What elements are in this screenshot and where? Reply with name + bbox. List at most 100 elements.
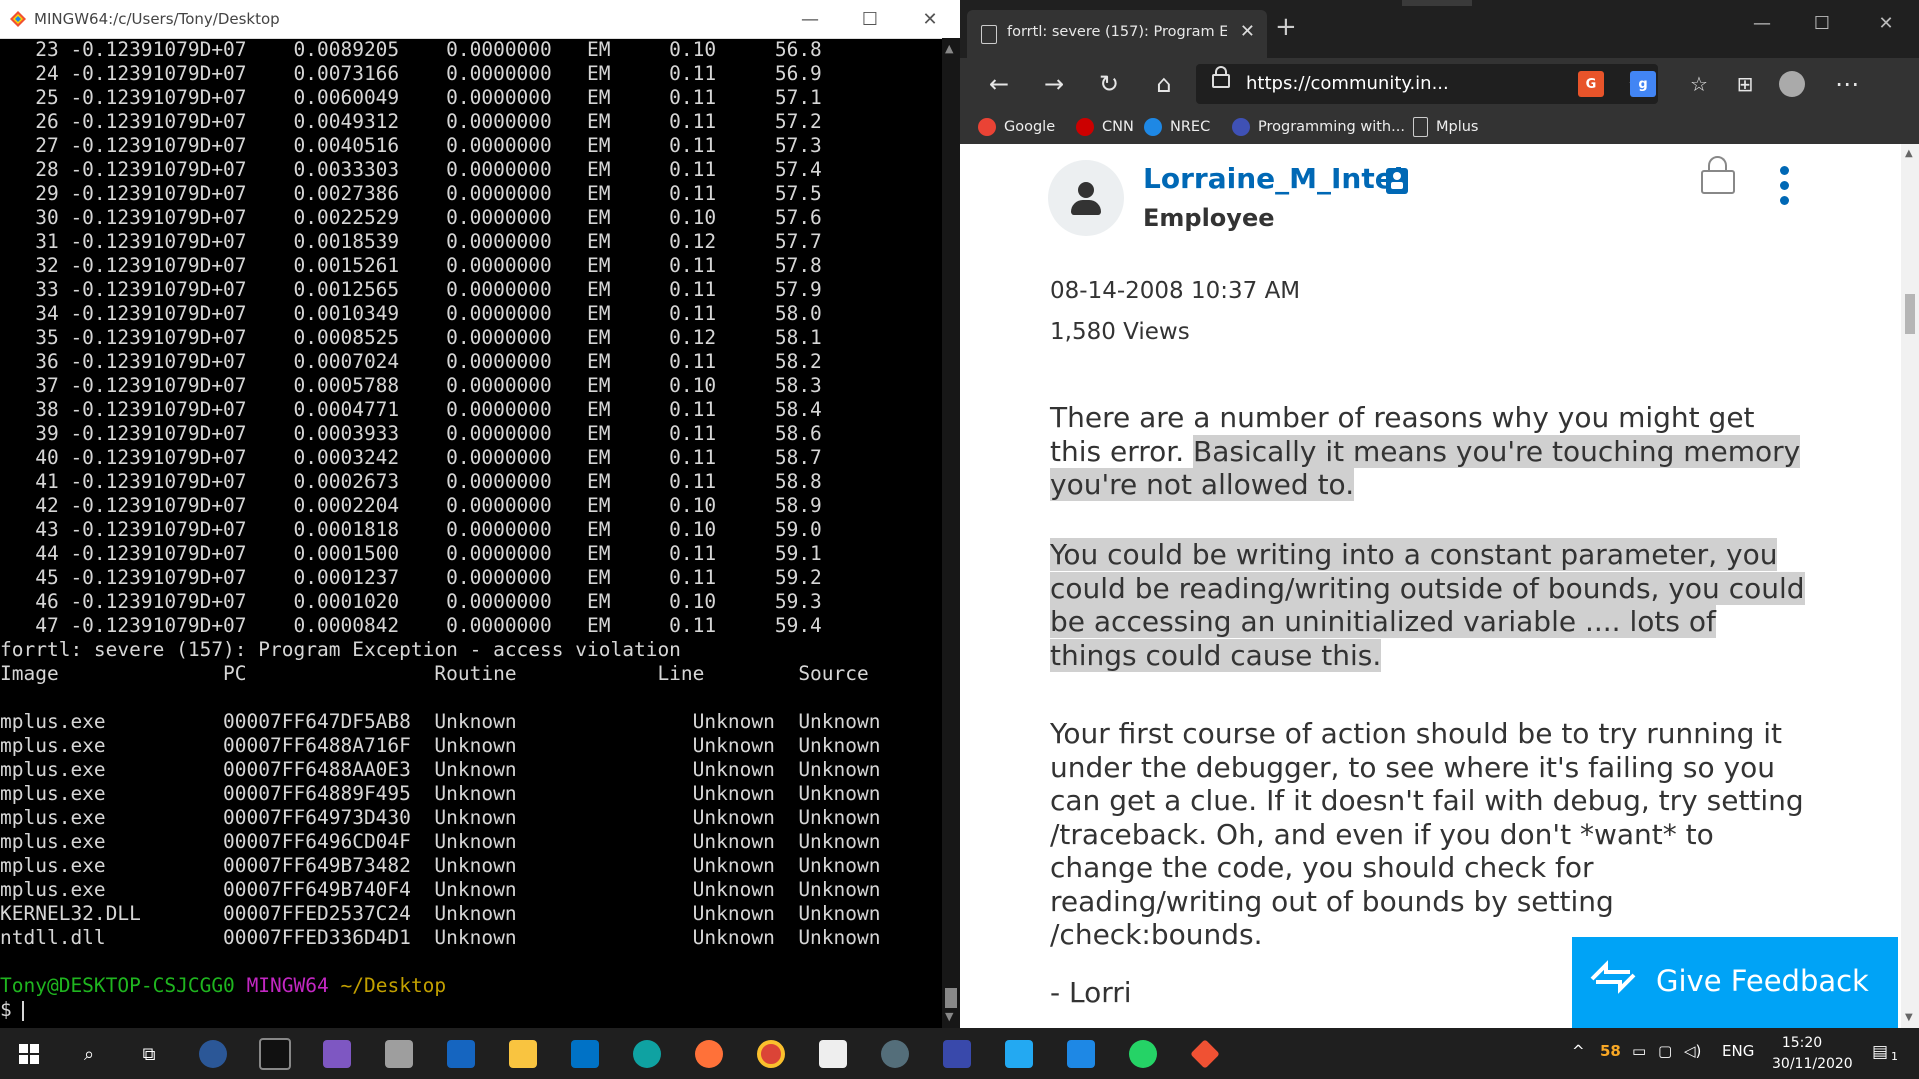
clock-time: 15:20 <box>1781 1035 1823 1051</box>
favorite-label: Mplus <box>1436 119 1479 135</box>
scroll-up-icon[interactable]: ▲ <box>945 42 953 55</box>
maximize-button[interactable]: ☐ <box>1792 8 1852 38</box>
scroll-down-icon[interactable]: ▼ <box>1905 1012 1913 1023</box>
battery-icon[interactable]: ▭ <box>1632 1042 1646 1060</box>
close-button[interactable]: ✕ <box>1856 8 1916 38</box>
mplus-icon[interactable] <box>940 1037 974 1071</box>
search-icon[interactable]: ⌕ <box>72 1037 106 1071</box>
tab-active[interactable]: forrtl: severe (157): Program Exce ✕ <box>967 10 1267 58</box>
new-tab-button[interactable]: + <box>1275 12 1297 42</box>
favorites-icon[interactable]: ☆ <box>1682 68 1716 100</box>
tab-close-icon[interactable]: ✕ <box>1240 21 1255 42</box>
translate-extension-icon[interactable]: G <box>1578 71 1604 97</box>
terminal-line: 38 -0.12391079D+07 0.0004771 0.0000000 E… <box>0 398 822 421</box>
edge-icon[interactable] <box>630 1037 664 1071</box>
page-icon <box>981 25 997 44</box>
notification-icon[interactable]: ▤ <box>1872 1042 1888 1062</box>
file-explorer-icon[interactable] <box>506 1037 540 1071</box>
favorite-mplus[interactable]: Mplus <box>1413 116 1479 138</box>
avatar[interactable] <box>1048 160 1124 236</box>
terminal-line: mplus.exe 00007FF64889F495 Unknown Unkno… <box>0 782 881 805</box>
employee-badge-icon <box>1386 168 1408 194</box>
terminal-line: mplus.exe 00007FF6488A716F Unknown Unkno… <box>0 734 881 757</box>
favorite-nrec[interactable]: NREC <box>1144 116 1210 138</box>
post-menu-icon[interactable] <box>1780 166 1790 211</box>
chevron-up-icon[interactable]: ^ <box>1572 1042 1585 1060</box>
favorite-label: Programming with... <box>1258 119 1405 135</box>
terminal-titlebar[interactable]: MINGW64:/c/Users/Tony/Desktop — ☐ ✕ <box>0 0 960 39</box>
back-icon[interactable]: ← <box>982 68 1016 100</box>
home-icon[interactable]: ⌂ <box>1147 68 1181 100</box>
tab-title: forrtl: severe (157): Program Exce <box>1007 24 1227 40</box>
tab-bar[interactable]: forrtl: severe (157): Program Exce ✕ + —… <box>960 0 1919 58</box>
url-text[interactable]: https://community.in... <box>1246 73 1449 94</box>
windows-start-icon[interactable] <box>12 1037 46 1071</box>
terminal-line: 45 -0.12391079D+07 0.0001237 0.0000000 E… <box>0 566 822 589</box>
terminal-icon[interactable] <box>258 1037 292 1071</box>
terminal-line: ntdll.dll 00007FFED336D4D1 Unknown Unkno… <box>0 926 881 949</box>
app-icon[interactable] <box>320 1037 354 1071</box>
app-icon[interactable] <box>816 1037 850 1071</box>
terminal-scrollbar[interactable]: ▲ ▼ <box>942 38 960 1028</box>
app-icon[interactable] <box>196 1037 230 1071</box>
download-icon[interactable] <box>1064 1037 1098 1071</box>
nrec-icon <box>1144 118 1162 136</box>
git-icon[interactable] <box>1188 1037 1222 1071</box>
terminal-window[interactable]: MINGW64:/c/Users/Tony/Desktop — ☐ ✕ 23 -… <box>0 0 960 1028</box>
scrollbar-thumb[interactable] <box>945 988 957 1008</box>
vscode-icon[interactable] <box>1002 1037 1036 1071</box>
close-button[interactable]: ✕ <box>900 0 960 38</box>
forward-icon[interactable]: → <box>1037 68 1071 100</box>
chrome-icon[interactable] <box>754 1037 788 1071</box>
network-icon[interactable]: ▢ <box>1658 1042 1672 1060</box>
terminal-line: 34 -0.12391079D+07 0.0010349 0.0000000 E… <box>0 302 822 325</box>
scroll-up-icon[interactable]: ▲ <box>1905 148 1913 159</box>
terminal-line: 35 -0.12391079D+07 0.0008525 0.0000000 E… <box>0 326 822 349</box>
terminal-title: MINGW64:/c/Users/Tony/Desktop <box>34 10 280 28</box>
snap-handle[interactable] <box>1402 0 1472 6</box>
browser-window[interactable]: forrtl: severe (157): Program Exce ✕ + —… <box>960 0 1919 1028</box>
favorites-bar: Google CNN NREC Programming with... Mplus <box>960 110 1919 144</box>
view-count: 1,580 Views <box>1050 319 1190 345</box>
minimize-button[interactable]: — <box>1732 8 1792 38</box>
app-icon[interactable] <box>878 1037 912 1071</box>
task-view-icon[interactable]: ⧉ <box>132 1037 166 1071</box>
collections-icon[interactable]: ⊞ <box>1728 68 1762 100</box>
language-indicator[interactable]: ENG <box>1722 1042 1754 1060</box>
favorite-google[interactable]: Google <box>978 116 1055 138</box>
whatsapp-icon[interactable] <box>1126 1037 1160 1071</box>
terminal-line: 42 -0.12391079D+07 0.0002204 0.0000000 E… <box>0 494 822 517</box>
terminal-prompt: Tony@DESKTOP-CSJCGG0 MINGW64 ~/Desktop <box>0 974 942 998</box>
volume-icon[interactable]: ◁) <box>1684 1042 1701 1060</box>
more-icon[interactable]: ⋯ <box>1830 68 1864 100</box>
favorite-cnn[interactable]: CNN <box>1076 116 1134 138</box>
page-scrollbar[interactable]: ▲ ▼ <box>1901 144 1919 1028</box>
post-paragraph-1: There are a number of reasons why you mi… <box>1050 401 1810 502</box>
terminal-line: 44 -0.12391079D+07 0.0001500 0.0000000 E… <box>0 542 822 565</box>
google-extension-icon[interactable]: g <box>1630 71 1656 97</box>
app-icon[interactable] <box>444 1037 478 1071</box>
firefox-icon[interactable] <box>692 1037 726 1071</box>
minimize-button[interactable]: — <box>780 0 840 38</box>
terminal-output[interactable]: 23 -0.12391079D+07 0.0089205 0.0000000 E… <box>0 38 942 1028</box>
terminal-input-line[interactable]: $ <box>0 998 942 1022</box>
refresh-icon[interactable]: ↻ <box>1092 68 1126 100</box>
clock[interactable]: 15:20 30/11/2020 <box>1772 1033 1853 1075</box>
favorite-programming[interactable]: Programming with... <box>1232 116 1405 138</box>
maximize-button[interactable]: ☐ <box>840 0 900 38</box>
terminal-line: 39 -0.12391079D+07 0.0003933 0.0000000 E… <box>0 422 822 445</box>
feedback-label: Give Feedback <box>1656 964 1869 998</box>
author-link[interactable]: Lorraine_M_Intel <box>1143 162 1403 195</box>
notification-count: 1 <box>1891 1050 1898 1063</box>
tray-count[interactable]: 58 <box>1600 1042 1621 1060</box>
scrollbar-thumb[interactable] <box>1905 294 1915 334</box>
give-feedback-button[interactable]: Give Feedback <box>1572 937 1898 1028</box>
profile-icon[interactable] <box>1775 68 1809 100</box>
outlook-icon[interactable] <box>568 1037 602 1071</box>
scroll-down-icon[interactable]: ▼ <box>945 1010 953 1023</box>
terminal-line: 28 -0.12391079D+07 0.0033303 0.0000000 E… <box>0 158 822 181</box>
app-icon[interactable] <box>382 1037 416 1071</box>
terminal-line: Image PC Routine Line Source <box>0 662 869 685</box>
feedback-arrows-icon <box>1590 960 1636 994</box>
